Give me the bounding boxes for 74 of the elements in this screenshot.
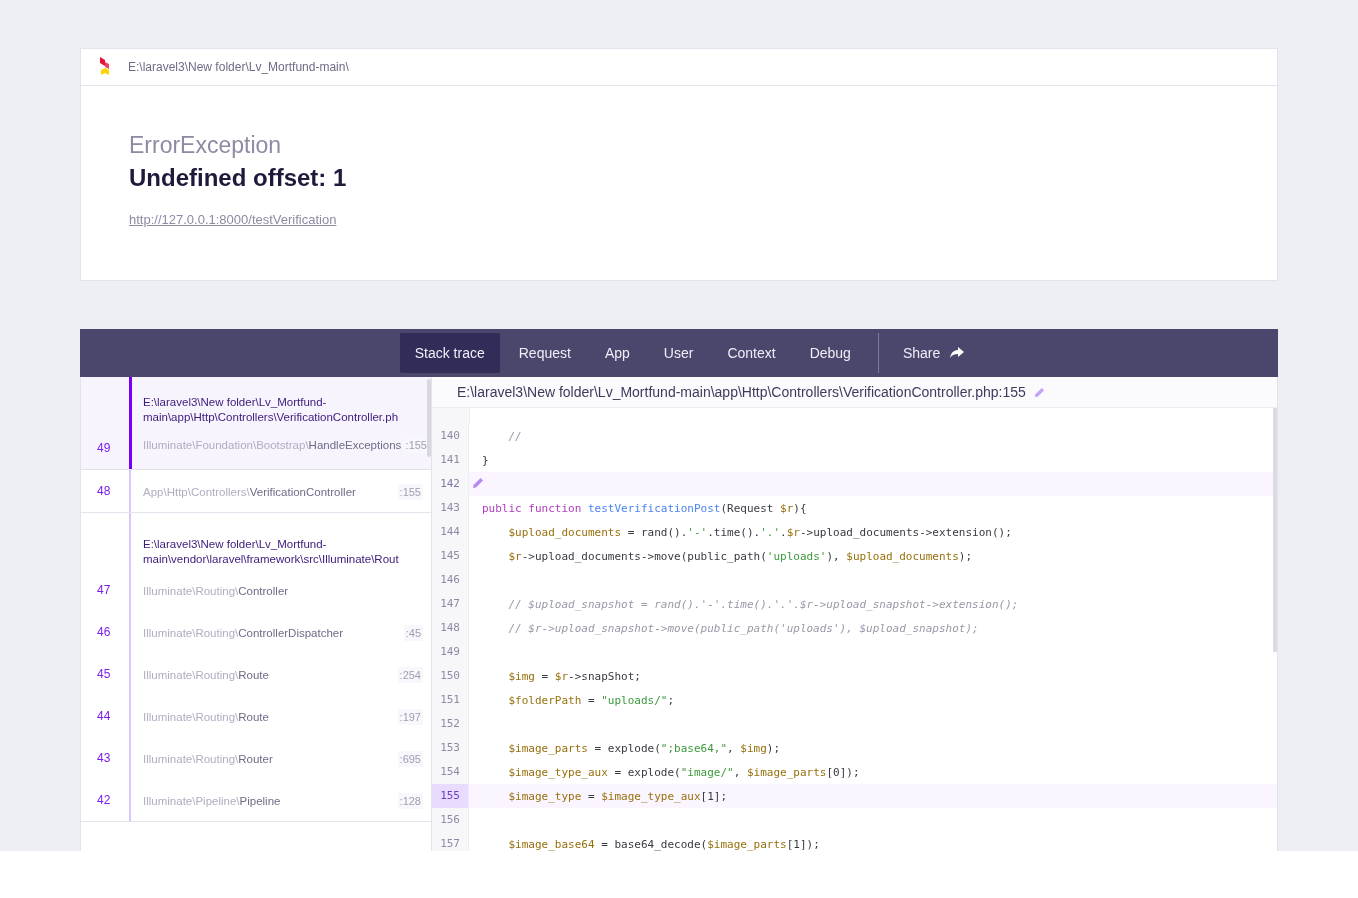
frame-line-number: :695 bbox=[397, 751, 423, 767]
pencil-icon[interactable] bbox=[472, 477, 484, 489]
nav-tab[interactable]: Debug bbox=[794, 333, 866, 373]
line-number[interactable]: 147 bbox=[432, 592, 469, 616]
project-path: E:\laravel3\New folder\Lv_Mortfund-main\ bbox=[128, 60, 349, 74]
code-file-path: E:\laravel3\New folder\Lv_Mortfund-main\app\Http\Controllers\VerificationController.php:155 bbox=[457, 384, 1026, 400]
frame-class: Illuminate\Routing\Router bbox=[143, 752, 273, 767]
frame-class: Illuminate\Routing\Route bbox=[143, 710, 269, 725]
frame-number: 43 bbox=[97, 751, 111, 765]
code-line: $image_type = $image_type_aux[1]; bbox=[508, 789, 728, 803]
code-line: $img = $r->snapShot; bbox=[508, 669, 641, 683]
code-line: // $upload_snapshot = rand().'-'.time().'.'.$r->upload_snapshot->extension(); bbox=[508, 597, 1019, 611]
frame-number: 49 bbox=[97, 441, 111, 455]
nav-tab[interactable]: Request bbox=[503, 333, 586, 373]
frame-line-number: :45 bbox=[403, 625, 423, 641]
frame-number: 45 bbox=[97, 667, 111, 681]
line-number[interactable]: 148 bbox=[432, 616, 469, 640]
code-line: $folderPath = "uploads/"; bbox=[508, 693, 675, 707]
code-line: } bbox=[482, 453, 489, 467]
code-line: public function testVerificationPost(Request $r){ bbox=[482, 501, 807, 515]
code-line: // $r->upload_snapshot->move(public_path('uploads'), $upload_snapshot); bbox=[508, 621, 979, 635]
nav-tab[interactable]: Context bbox=[712, 333, 791, 373]
code-line: $image_base64 = base64_decode($image_parts[1]); bbox=[508, 837, 820, 851]
frame-file-path: E:\laravel3\New folder\Lv_Mortfund-main\app\Http\Controllers\VerificationController.ph bbox=[143, 395, 400, 425]
line-number[interactable]: 143 bbox=[432, 496, 469, 520]
exception-class: ErrorException bbox=[129, 131, 283, 160]
line-number[interactable]: 150 bbox=[432, 664, 469, 688]
nav-tab[interactable]: App bbox=[589, 333, 645, 373]
line-number[interactable]: 154 bbox=[432, 760, 469, 784]
nav-tab[interactable]: Stack trace bbox=[399, 333, 500, 373]
pencil-icon[interactable] bbox=[1033, 386, 1045, 398]
frame-file-path: E:\laravel3\New folder\Lv_Mortfund-main\vendor\laravel\framework\src\Illuminate\Rout bbox=[143, 537, 400, 567]
frame-number: 47 bbox=[97, 583, 111, 597]
line-number[interactable]: 141 bbox=[432, 448, 469, 472]
line-number[interactable]: 153 bbox=[432, 736, 469, 760]
frame-number: 44 bbox=[97, 709, 111, 723]
frame-class: Illuminate\Routing\ControllerDispatcher bbox=[143, 626, 344, 641]
code-line: $image_type_aux = explode("image/", $image_parts[0]); bbox=[508, 765, 860, 779]
stack-frame[interactable]: 49 E:\laravel3\New folder\Lv_Mortfund-main\app\Http\Controllers\VerificationController.ph Illuminate\Foundation\Bootstrap\HandleExceptions :155 bbox=[81, 377, 431, 469]
stack-frame[interactable]: 44 Illuminate\Routing\Route :197 bbox=[81, 695, 431, 737]
frame-class: Illuminate\Routing\Route bbox=[143, 668, 269, 683]
line-number[interactable]: 157 bbox=[432, 832, 469, 851]
request-url-link[interactable]: http://127.0.0.1:8000/testVerification bbox=[129, 212, 337, 227]
frame-class: App\Http\Controllers\VerificationController bbox=[143, 485, 356, 500]
frame-line-number: :128 bbox=[397, 793, 423, 809]
frame-number: 48 bbox=[97, 484, 111, 498]
code-line: $image_parts = explode(";base64,", $img); bbox=[508, 741, 781, 755]
line-number[interactable]: 156 bbox=[432, 808, 469, 832]
frame-line-number: :254 bbox=[397, 667, 423, 683]
line-number[interactable]: 144 bbox=[432, 520, 469, 544]
frame-class: Illuminate\Foundation\Bootstrap\HandleExceptions bbox=[143, 438, 402, 453]
nav-tab[interactable]: User bbox=[648, 333, 709, 373]
line-number[interactable]: 145 bbox=[432, 544, 469, 568]
line-number[interactable]: 155 bbox=[432, 784, 469, 808]
error-message: Undefined offset: 1 bbox=[129, 163, 348, 193]
code-line: $upload_documents = rand().'-'.time().'.'.$r->upload_documents->extension(); bbox=[508, 525, 1012, 539]
scrollbar[interactable] bbox=[427, 379, 431, 457]
logo-icon bbox=[99, 57, 111, 77]
line-number[interactable]: 140 bbox=[432, 424, 469, 448]
frame-line-number: :197 bbox=[397, 709, 423, 725]
frame-class: Illuminate\Routing\Controller bbox=[143, 584, 289, 599]
line-number[interactable]: 146 bbox=[432, 568, 469, 592]
line-number[interactable]: 149 bbox=[432, 640, 469, 664]
line-number[interactable]: 151 bbox=[432, 688, 469, 712]
frame-number: 42 bbox=[97, 793, 111, 807]
line-number[interactable]: 152 bbox=[432, 712, 469, 736]
code-line: // bbox=[508, 429, 522, 443]
share-button[interactable]: Share bbox=[886, 333, 981, 373]
frame-number: 46 bbox=[97, 625, 111, 639]
share-icon bbox=[950, 347, 965, 359]
frame-class: Illuminate\Pipeline\Pipeline bbox=[143, 794, 281, 809]
frame-line-number: :155 bbox=[397, 484, 423, 500]
code-line: $r->upload_documents->move(public_path('uploads'), $upload_documents); bbox=[508, 549, 973, 563]
line-number[interactable]: 142 bbox=[432, 472, 469, 496]
